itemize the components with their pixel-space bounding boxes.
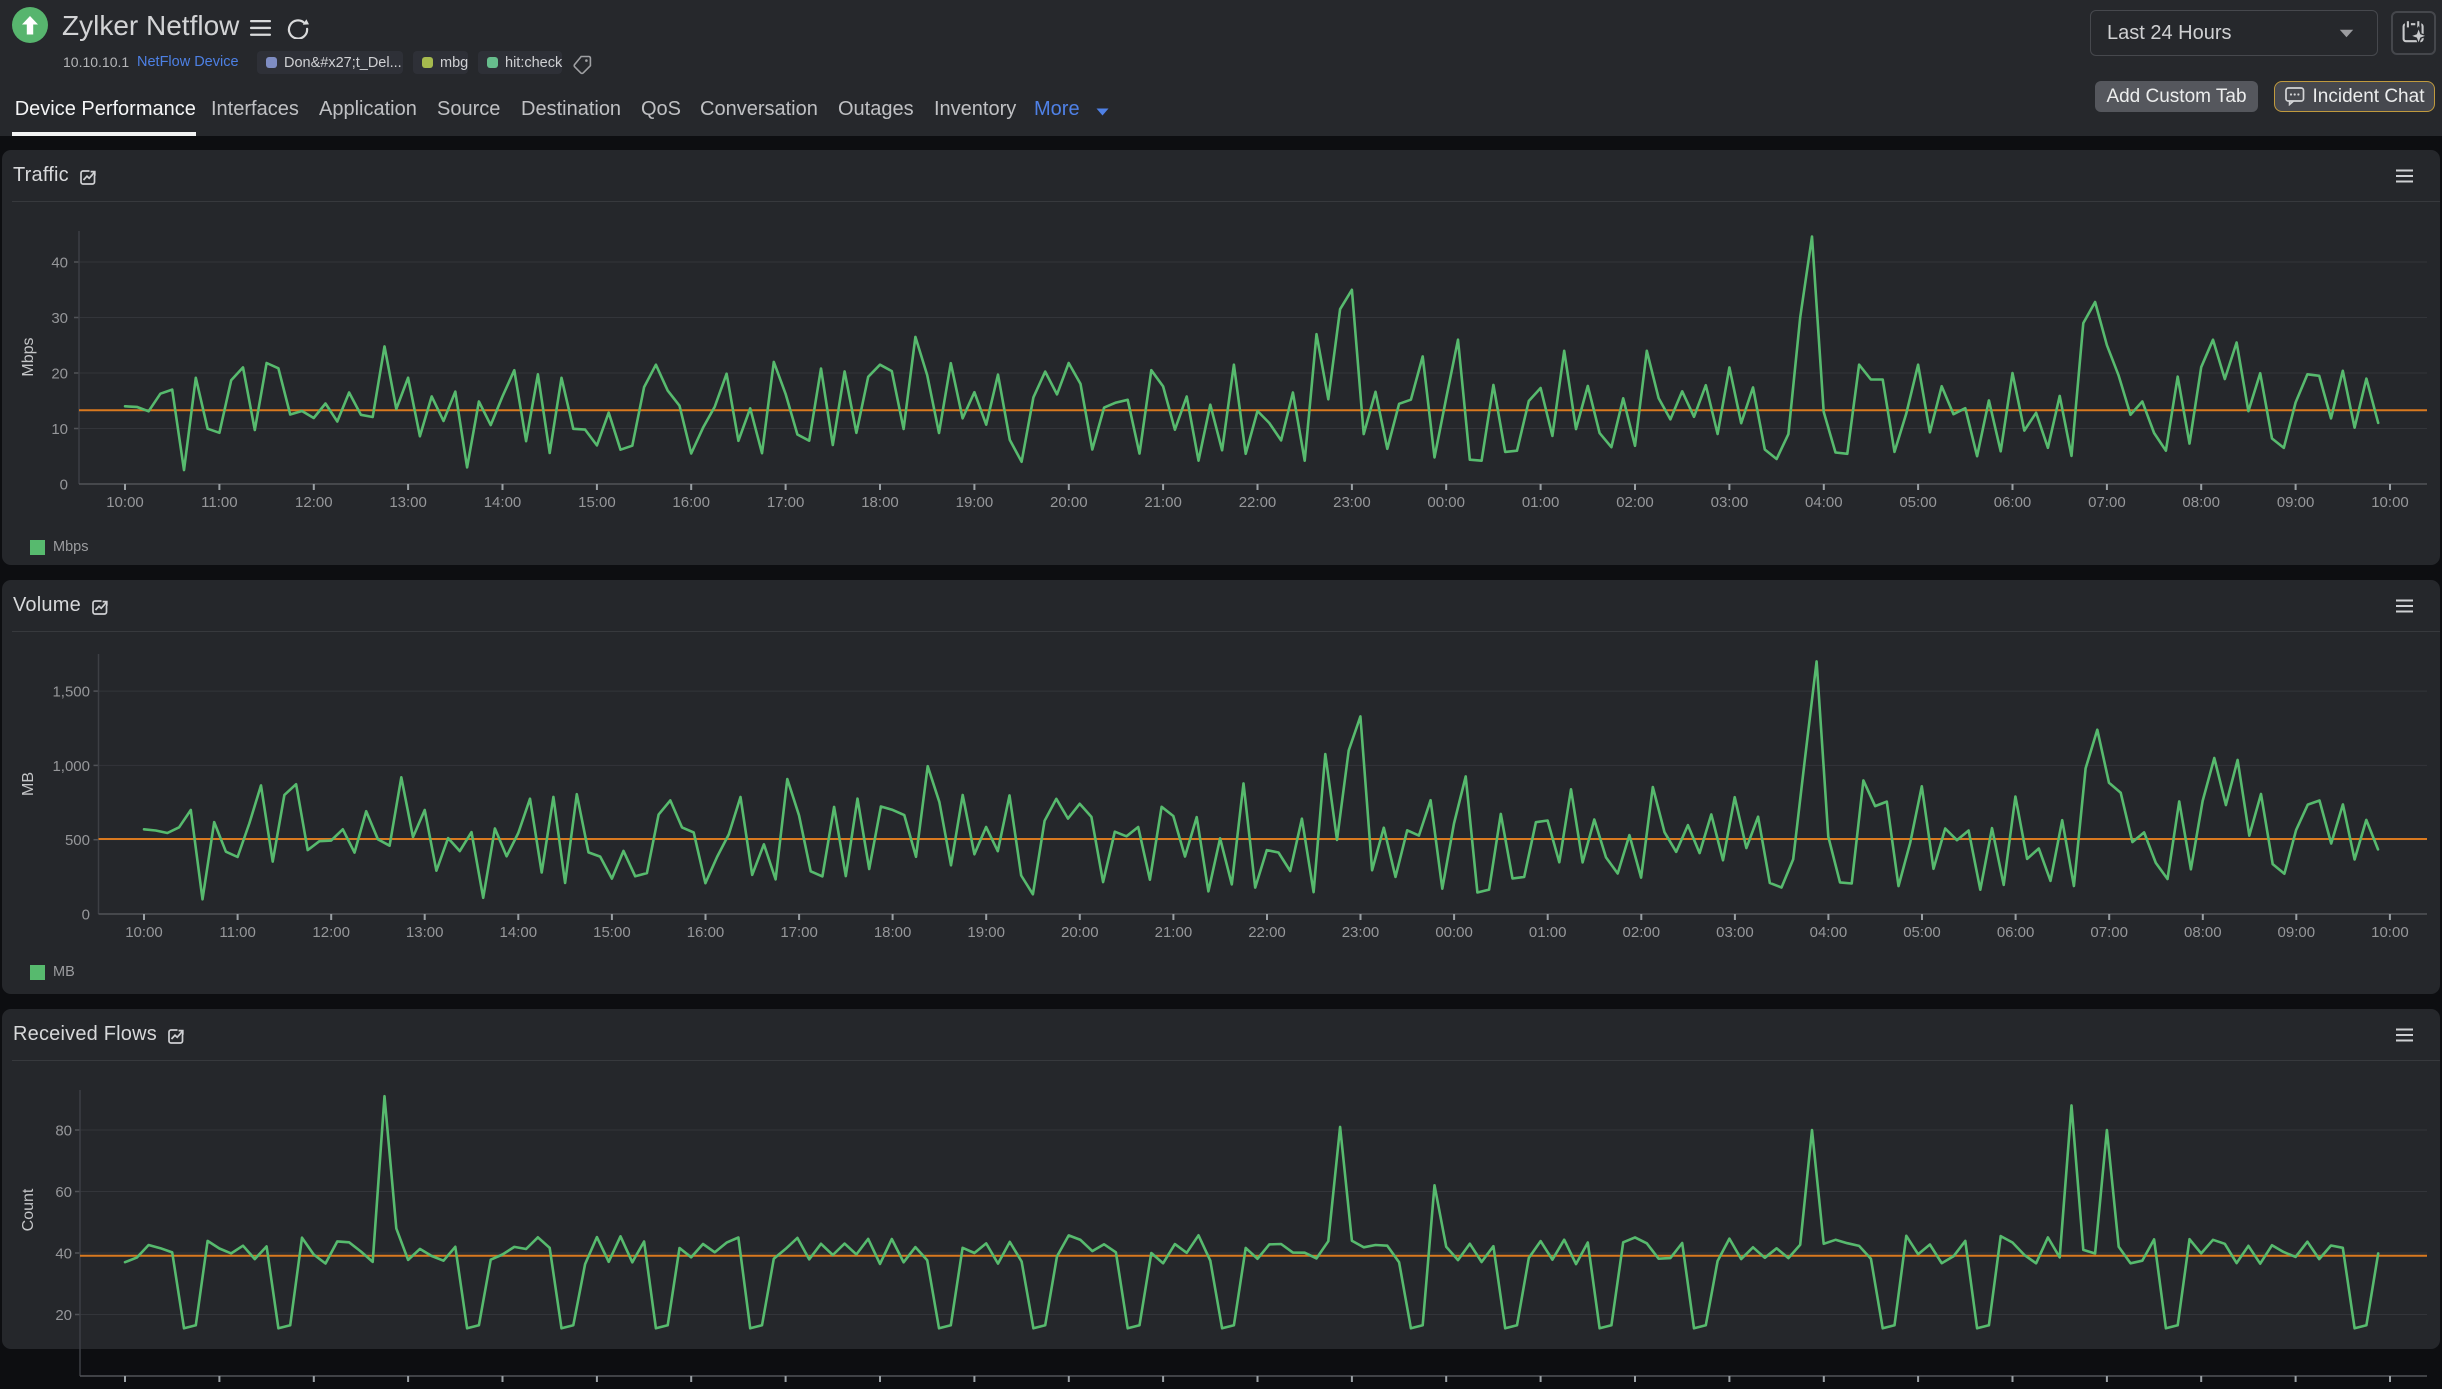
svg-text:500: 500 bbox=[65, 832, 90, 849]
svg-text:1,000: 1,000 bbox=[52, 758, 90, 775]
svg-text:08:00: 08:00 bbox=[2182, 494, 2220, 511]
svg-text:02:00: 02:00 bbox=[1623, 924, 1661, 941]
svg-text:13:00: 13:00 bbox=[389, 494, 427, 511]
svg-text:06:00: 06:00 bbox=[1994, 494, 2032, 511]
svg-text:19:00: 19:00 bbox=[967, 924, 1005, 941]
svg-text:Mbps: Mbps bbox=[20, 337, 37, 376]
svg-text:08:00: 08:00 bbox=[2184, 924, 2222, 941]
svg-text:13:00: 13:00 bbox=[406, 924, 444, 941]
svg-text:10:00: 10:00 bbox=[2371, 494, 2409, 511]
svg-text:0: 0 bbox=[60, 477, 68, 494]
svg-text:21:00: 21:00 bbox=[1144, 494, 1182, 511]
svg-text:03:00: 03:00 bbox=[1711, 494, 1749, 511]
svg-text:22:00: 22:00 bbox=[1248, 924, 1286, 941]
svg-text:20: 20 bbox=[51, 366, 68, 383]
svg-text:15:00: 15:00 bbox=[578, 494, 616, 511]
svg-text:22:00: 22:00 bbox=[1239, 494, 1277, 511]
svg-text:10:00: 10:00 bbox=[106, 494, 144, 511]
svg-text:12:00: 12:00 bbox=[295, 494, 333, 511]
svg-text:Count: Count bbox=[20, 1188, 37, 1231]
svg-text:05:00: 05:00 bbox=[1899, 494, 1937, 511]
svg-text:40: 40 bbox=[51, 255, 68, 272]
svg-text:03:00: 03:00 bbox=[1716, 924, 1754, 941]
svg-text:1,500: 1,500 bbox=[52, 684, 90, 701]
svg-text:07:00: 07:00 bbox=[2088, 494, 2126, 511]
svg-text:04:00: 04:00 bbox=[1810, 924, 1848, 941]
svg-text:06:00: 06:00 bbox=[1997, 924, 2035, 941]
svg-text:12:00: 12:00 bbox=[312, 924, 350, 941]
svg-text:09:00: 09:00 bbox=[2278, 924, 2316, 941]
svg-text:0: 0 bbox=[82, 907, 90, 924]
svg-text:23:00: 23:00 bbox=[1342, 924, 1380, 941]
svg-text:11:00: 11:00 bbox=[219, 924, 255, 941]
svg-text:19:00: 19:00 bbox=[956, 494, 994, 511]
svg-text:01:00: 01:00 bbox=[1529, 924, 1567, 941]
svg-text:80: 80 bbox=[55, 1123, 72, 1140]
svg-text:01:00: 01:00 bbox=[1522, 494, 1560, 511]
svg-text:20:00: 20:00 bbox=[1061, 924, 1099, 941]
svg-text:16:00: 16:00 bbox=[687, 924, 725, 941]
svg-text:18:00: 18:00 bbox=[874, 924, 912, 941]
svg-text:MB: MB bbox=[20, 772, 37, 796]
svg-text:16:00: 16:00 bbox=[672, 494, 710, 511]
svg-text:21:00: 21:00 bbox=[1155, 924, 1193, 941]
svg-text:10:00: 10:00 bbox=[125, 924, 163, 941]
svg-text:20:00: 20:00 bbox=[1050, 494, 1088, 511]
svg-text:17:00: 17:00 bbox=[767, 494, 805, 511]
svg-text:04:00: 04:00 bbox=[1805, 494, 1843, 511]
svg-text:02:00: 02:00 bbox=[1616, 494, 1654, 511]
svg-text:14:00: 14:00 bbox=[484, 494, 522, 511]
svg-text:14:00: 14:00 bbox=[500, 924, 538, 941]
svg-text:20: 20 bbox=[55, 1307, 72, 1324]
svg-text:30: 30 bbox=[51, 310, 68, 327]
svg-text:07:00: 07:00 bbox=[2090, 924, 2128, 941]
svg-text:10:00: 10:00 bbox=[2371, 924, 2409, 941]
svg-text:00:00: 00:00 bbox=[1427, 494, 1465, 511]
svg-text:09:00: 09:00 bbox=[2277, 494, 2315, 511]
svg-text:15:00: 15:00 bbox=[593, 924, 631, 941]
svg-text:40: 40 bbox=[55, 1246, 72, 1263]
svg-text:23:00: 23:00 bbox=[1333, 494, 1371, 511]
svg-text:11:00: 11:00 bbox=[201, 494, 237, 511]
svg-text:10: 10 bbox=[51, 421, 68, 438]
svg-text:05:00: 05:00 bbox=[1903, 924, 1941, 941]
svg-text:17:00: 17:00 bbox=[780, 924, 818, 941]
svg-text:00:00: 00:00 bbox=[1435, 924, 1473, 941]
svg-text:60: 60 bbox=[55, 1184, 72, 1201]
svg-text:18:00: 18:00 bbox=[861, 494, 899, 511]
